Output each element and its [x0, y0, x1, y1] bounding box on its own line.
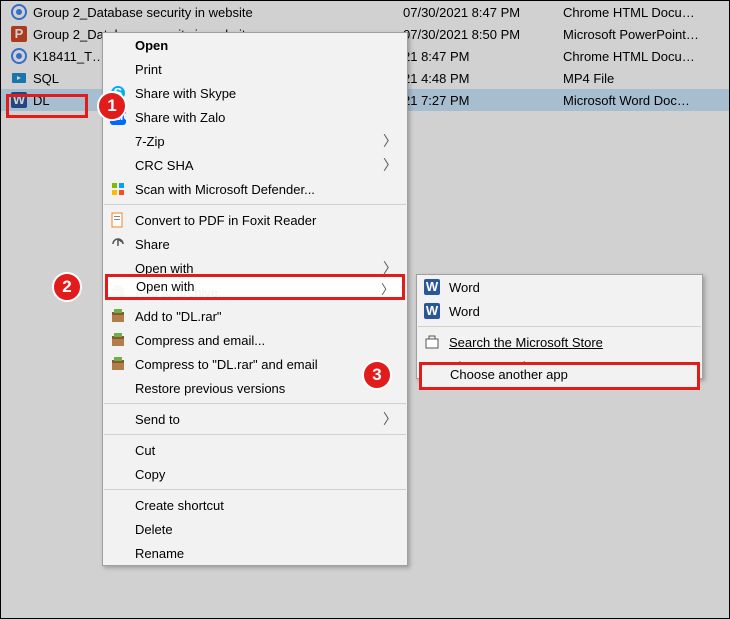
chrome-icon [11, 48, 27, 64]
winrar-icon [109, 355, 127, 373]
winrar-icon [109, 331, 127, 349]
chevron-right-icon: 〉 [383, 258, 397, 278]
menu-separator [104, 403, 406, 404]
open-with-submenu: W Word W Word Search the Microsoft Store… [416, 274, 703, 379]
file-type: Microsoft PowerPoint… [563, 27, 730, 42]
step-badge-1: 1 [97, 91, 127, 121]
menu-restore[interactable]: Restore previous versions [103, 376, 407, 400]
file-row[interactable]: Group 2_Database security in website 07/… [1, 1, 729, 23]
menu-send-to[interactable]: Send to〉 [103, 407, 407, 431]
menu-defender[interactable]: Scan with Microsoft Defender... [103, 177, 407, 201]
svg-text:W: W [426, 303, 439, 318]
svg-text:W: W [13, 92, 26, 107]
menu-separator [418, 326, 701, 327]
menu-create-shortcut[interactable]: Create shortcut [103, 493, 407, 517]
submenu-word[interactable]: W Word [417, 275, 702, 299]
step-badge-2: 2 [52, 272, 82, 302]
file-type: Chrome HTML Docu… [563, 5, 730, 20]
powerpoint-icon: P [11, 26, 27, 42]
menu-separator [104, 434, 406, 435]
svg-text:W: W [426, 279, 439, 294]
chevron-right-icon: 〉 [383, 131, 397, 151]
context-menu: Open Print S Share with Skype Zalo Share… [102, 32, 408, 566]
defender-icon [109, 180, 127, 198]
svg-text:P: P [15, 26, 24, 41]
file-date: 07/30/2021 8:50 PM [403, 27, 563, 42]
menu-cut[interactable]: Cut [103, 438, 407, 462]
file-date: 21 4:48 PM [403, 71, 563, 86]
file-type: Microsoft Word Doc… [563, 93, 730, 108]
submenu-search-store[interactable]: Search the Microsoft Store [417, 330, 702, 354]
menu-add-archive[interactable]: Add to archive... [103, 280, 407, 304]
share-icon [109, 235, 127, 253]
menu-open-with[interactable]: Open with〉 [103, 256, 407, 280]
file-type: MP4 File [563, 71, 730, 86]
menu-separator [104, 204, 406, 205]
step-badge-3: 3 [362, 360, 392, 390]
menu-share-zalo[interactable]: Zalo Share with Zalo [103, 105, 407, 129]
menu-share[interactable]: Share [103, 232, 407, 256]
menu-7zip[interactable]: 7-Zip〉 [103, 129, 407, 153]
file-type: Chrome HTML Docu… [563, 49, 730, 64]
word-icon: W [423, 278, 441, 296]
menu-share-skype[interactable]: S Share with Skype [103, 81, 407, 105]
file-name: Group 2_Database security in website [33, 5, 403, 20]
menu-print[interactable]: Print [103, 57, 407, 81]
file-date: 21 8:47 PM [403, 49, 563, 64]
word-icon: W [423, 302, 441, 320]
menu-crc[interactable]: CRC SHA〉 [103, 153, 407, 177]
submenu-word[interactable]: W Word [417, 299, 702, 323]
chevron-right-icon: 〉 [383, 155, 397, 175]
file-date: 07/30/2021 8:47 PM [403, 5, 563, 20]
menu-open[interactable]: Open [103, 33, 407, 57]
menu-foxit[interactable]: Convert to PDF in Foxit Reader [103, 208, 407, 232]
foxit-icon [109, 211, 127, 229]
file-date: 21 7:27 PM [403, 93, 563, 108]
chrome-icon [11, 4, 27, 20]
menu-add-rar[interactable]: Add to "DL.rar" [103, 304, 407, 328]
video-icon [11, 70, 27, 86]
menu-copy[interactable]: Copy [103, 462, 407, 486]
menu-rename[interactable]: Rename [103, 541, 407, 565]
word-icon: W [11, 92, 27, 108]
winrar-icon [109, 307, 127, 325]
menu-compress-email[interactable]: Compress and email... [103, 328, 407, 352]
submenu-choose-app[interactable]: Choose another app [417, 354, 702, 378]
menu-separator [104, 489, 406, 490]
store-icon [423, 333, 441, 351]
chevron-right-icon: 〉 [383, 409, 397, 429]
winrar-icon [109, 283, 127, 301]
menu-delete[interactable]: Delete [103, 517, 407, 541]
